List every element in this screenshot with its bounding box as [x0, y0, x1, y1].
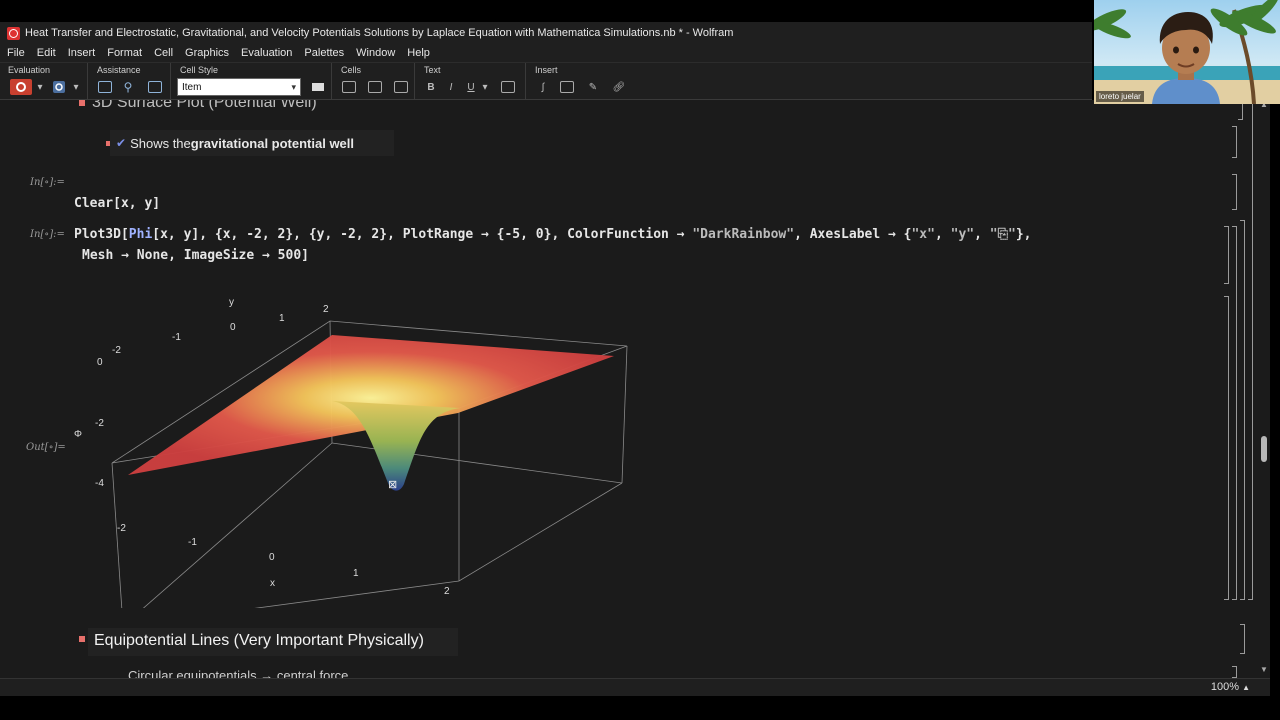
cell-bracket[interactable]	[1224, 296, 1229, 600]
z-tick: -2	[95, 418, 104, 429]
menu-graphics[interactable]: Graphics	[178, 47, 234, 59]
cell-bracket[interactable]	[1232, 226, 1237, 600]
axis-label-y: y	[229, 297, 234, 308]
toolbar-group-assistance: Assistance ⚲	[89, 63, 171, 101]
menu-palettes[interactable]: Palettes	[297, 47, 349, 59]
italic-button[interactable]: I	[444, 79, 458, 95]
link-icon[interactable]: 🔗︎	[611, 79, 627, 95]
menu-insert[interactable]: Insert	[61, 47, 101, 59]
chevron-down-icon[interactable]: ▾	[70, 79, 82, 95]
documentation-icon[interactable]	[97, 79, 113, 95]
text-color-icon[interactable]	[500, 79, 516, 95]
status-bar: 100% ▲	[0, 678, 1270, 696]
toolbar-group-label: Cells	[341, 65, 362, 75]
menu-edit[interactable]: Edit	[30, 47, 61, 59]
cell-style-select[interactable]: Item ▾	[177, 78, 301, 96]
menu-help[interactable]: Help	[400, 47, 435, 59]
evaluate-icon[interactable]	[10, 79, 32, 95]
vertical-scrollbar[interactable]: ▲ ▼	[1258, 100, 1270, 678]
x-tick: 2	[444, 586, 450, 597]
partial-item-cell[interactable]: Circular equipotentials → central force	[116, 670, 376, 678]
x-tick: -2	[117, 523, 126, 534]
style-preview-icon[interactable]	[310, 79, 326, 95]
menu-format[interactable]: Format	[100, 47, 147, 59]
webcam-avatar-image	[1094, 0, 1280, 104]
z-tick: -4	[95, 478, 104, 489]
menu-evaluation[interactable]: Evaluation	[234, 47, 297, 59]
scroll-thumb[interactable]	[1261, 436, 1267, 462]
toolbar-group-label: Text	[424, 65, 441, 75]
abort-evaluation-icon[interactable]	[50, 79, 68, 95]
plot-labels: y x Φ -2 -1 0 1 2 0 -2 -4 -2 -1 0 1 2 ⊠	[0, 100, 700, 620]
bold-button[interactable]: B	[424, 79, 438, 95]
menu-file[interactable]: File	[0, 47, 30, 59]
partial-item-text: Circular equipotentials → central force	[128, 670, 349, 678]
toolbar-group-insert: Insert ∫ ✎ 🔗︎	[527, 63, 637, 101]
zoom-caret-icon: ▲	[1242, 683, 1250, 692]
suggestions-icon[interactable]: ⚲	[119, 79, 137, 95]
section-heading-2: Equipotential Lines (Very Important Phys…	[94, 632, 424, 649]
toolbar-group-label: Cell Style	[180, 65, 219, 75]
axis-label-x: x	[270, 578, 275, 589]
notebook-area[interactable]: 3D Surface Plot (Potential Well) ✔ Shows…	[0, 100, 1270, 678]
x-tick: 1	[353, 568, 359, 579]
toolbar-group-cells: Cells	[333, 63, 415, 101]
menu-cell[interactable]: Cell	[147, 47, 178, 59]
toolbar-group-label: Evaluation	[8, 65, 51, 75]
title-bar: Heat Transfer and Electrostatic, Gravita…	[0, 22, 1092, 44]
menu-bar: File Edit Insert Format Cell Graphics Ev…	[0, 44, 1092, 62]
group-cells-icon[interactable]	[341, 79, 357, 95]
zoom-level: 100%	[1210, 681, 1240, 693]
toolbar: Evaluation ▾ ▾ Assistance ⚲ Cell Style I…	[0, 62, 1092, 101]
z-tick: 0	[97, 357, 103, 368]
insert-math-icon[interactable]: ∫	[535, 79, 551, 95]
toolbar-group-label: Assistance	[97, 65, 141, 75]
video-letterbox-bottom	[0, 696, 1280, 720]
chevron-down-icon: ▾	[291, 82, 296, 92]
cell-bracket[interactable]	[1240, 624, 1245, 654]
mouse-cursor-icon: ⊠	[388, 479, 398, 491]
webcam-overlay: loreto juelar	[1094, 0, 1280, 104]
heading-bullet-icon	[79, 636, 85, 642]
insert-special-character-icon[interactable]	[559, 79, 575, 95]
menu-window[interactable]: Window	[349, 47, 400, 59]
wolfram-app-icon	[7, 26, 20, 40]
app-window: Heat Transfer and Electrostatic, Gravita…	[0, 0, 1280, 720]
y-tick: 2	[323, 304, 329, 315]
axis-label-z: Φ	[74, 429, 82, 440]
cell-bracket[interactable]	[1232, 126, 1237, 158]
drawing-tools-icon[interactable]: ✎	[585, 79, 601, 95]
video-letterbox-top	[0, 0, 1280, 22]
toolbar-group-label: Insert	[535, 65, 558, 75]
toolbar-group-evaluation: Evaluation ▾ ▾	[0, 63, 88, 101]
function-navigator-icon[interactable]	[147, 79, 163, 95]
section-heading-cell[interactable]: Equipotential Lines (Very Important Phys…	[88, 628, 458, 656]
y-tick: -1	[172, 332, 181, 343]
y-tick: 0	[230, 322, 236, 333]
underline-button[interactable]: U	[464, 79, 478, 95]
cell-style-value: Item	[182, 81, 202, 93]
cell-bracket[interactable]	[1232, 666, 1237, 678]
insert-input-icon[interactable]	[367, 79, 383, 95]
chevron-down-icon[interactable]: ▾	[480, 79, 490, 95]
chevron-down-icon[interactable]: ▾	[34, 79, 46, 95]
y-tick: 1	[279, 313, 285, 324]
x-tick: 0	[269, 552, 275, 563]
insert-output-icon[interactable]	[393, 79, 409, 95]
webcam-participant-name: loreto juelar	[1096, 91, 1144, 102]
scroll-down-icon[interactable]: ▼	[1260, 665, 1268, 674]
cell-bracket[interactable]	[1224, 226, 1229, 284]
window-title: Heat Transfer and Electrostatic, Gravita…	[25, 27, 734, 39]
toolbar-group-text: Text B I U ▾	[416, 63, 526, 101]
cell-bracket[interactable]	[1248, 100, 1253, 600]
y-tick: -2	[112, 345, 121, 356]
zoom-control[interactable]: 100% ▲	[1211, 681, 1250, 693]
x-tick: -1	[188, 537, 197, 548]
cell-bracket[interactable]	[1240, 220, 1245, 600]
cell-bracket[interactable]	[1232, 174, 1237, 210]
